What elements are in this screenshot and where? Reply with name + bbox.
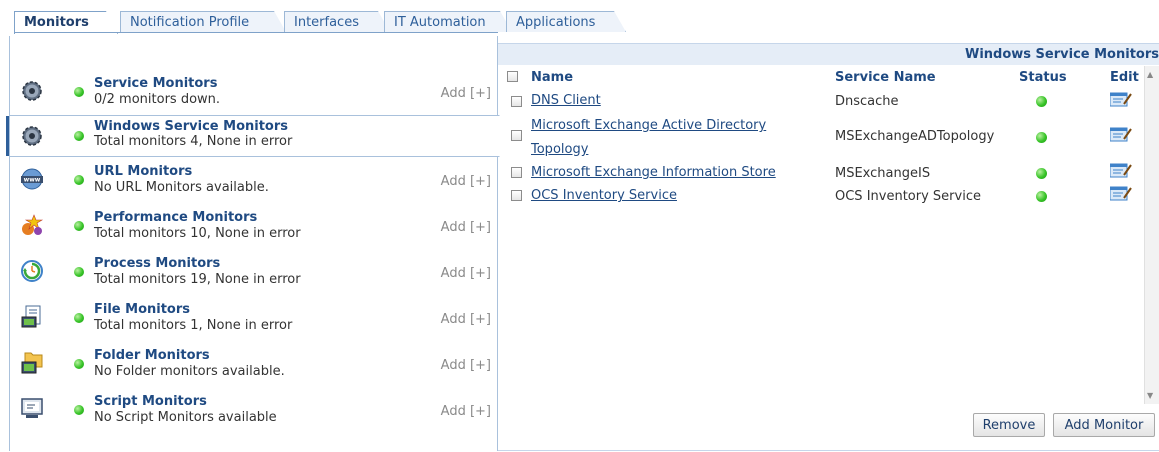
tab-notification-profile[interactable]: Notification Profile [120,11,286,32]
tab-monitors[interactable]: Monitors [14,11,118,34]
column-header-edit: Edit [1110,70,1139,85]
edit-icon[interactable] [1110,162,1132,178]
monitor-summary: Total monitors 19, None in error [94,272,301,287]
tab-interfaces[interactable]: Interfaces [284,11,390,32]
add-url-monitor-link[interactable]: Add [+] [441,174,491,189]
monitor-item-service[interactable]: Service Monitors 0/2 monitors down. Add … [10,69,499,115]
monitor-item-performance[interactable]: Performance Monitors Total monitors 10, … [10,203,499,249]
monitor-summary: Total monitors 4, None in error [94,134,293,149]
status-up-icon [74,175,84,185]
monitor-summary: 0/2 monitors down. [94,92,221,107]
panel-header: Windows Service Monitors [498,44,1159,65]
edit-icon[interactable] [1110,126,1132,142]
column-header-status[interactable]: Status [1019,70,1067,85]
select-all-checkbox[interactable] [507,71,518,82]
script-icon [21,398,43,418]
status-up-icon [74,359,84,369]
row-checkbox[interactable] [511,167,522,178]
status-up-icon [74,87,84,97]
monitor-summary: No Script Monitors available [94,410,277,425]
service-name-link[interactable]: OCS Inventory Service [531,184,677,208]
service-name-link[interactable]: Microsoft Exchange Information Store [531,161,776,185]
add-process-monitor-link[interactable]: Add [+] [441,266,491,281]
tab-bar: Monitors Notification Profile Interfaces… [14,11,634,33]
monitor-summary: Total monitors 1, None in error [94,318,293,333]
svg-text:www: www [24,177,41,184]
monitor-item-windows-service[interactable]: Windows Service Monitors Total monitors … [6,115,500,157]
edit-icon[interactable] [1110,91,1132,107]
status-up-icon [1036,96,1047,107]
add-file-monitor-link[interactable]: Add [+] [441,312,491,327]
monitor-title: Folder Monitors [94,348,210,363]
folder-icon [21,352,43,374]
add-performance-monitor-link[interactable]: Add [+] [441,220,491,235]
selection-indicator [6,116,9,156]
add-script-monitor-link[interactable]: Add [+] [441,404,491,419]
table-scrollbar[interactable]: ▲ ▼ [1144,66,1159,404]
monitor-list: Service Monitors 0/2 monitors down. Add … [6,36,500,451]
status-up-icon [1036,191,1047,202]
add-monitor-button[interactable]: Add Monitor [1053,413,1155,437]
monitor-summary: No URL Monitors available. [94,180,269,195]
monitor-title: Performance Monitors [94,210,258,225]
monitor-item-url[interactable]: www URL Monitors No URL Monitors availab… [10,157,499,203]
monitor-item-script[interactable]: Script Monitors No Script Monitors avail… [10,387,499,433]
status-up-icon [74,405,84,415]
add-service-monitor-link[interactable]: Add [+] [441,86,491,101]
gear-icon [22,81,42,101]
tab-underline [14,32,498,33]
status-up-icon [74,267,84,277]
scroll-down-icon[interactable]: ▼ [1147,391,1153,400]
monitor-item-file[interactable]: File Monitors Total monitors 1, None in … [10,295,499,341]
service-name: OCS Inventory Service [835,189,981,204]
monitor-item-folder[interactable]: Folder Monitors No Folder monitors avail… [10,341,499,387]
monitor-title: Windows Service Monitors [94,119,289,134]
tab-it-automation[interactable]: IT Automation [384,11,512,32]
column-header-name[interactable]: Name [531,70,573,85]
service-name-link[interactable]: DNS Client [531,89,601,113]
process-icon [21,260,43,282]
www-globe-icon: www [21,168,43,190]
service-name-link-continued[interactable]: Topology [531,138,588,162]
scroll-up-icon[interactable]: ▲ [1147,70,1153,79]
service-name: MSExchangeADTopology [835,129,995,144]
service-name: MSExchangeIS [835,166,931,181]
monitor-title: Process Monitors [94,256,221,271]
edit-icon[interactable] [1110,185,1132,201]
monitor-title: Service Monitors [94,76,218,91]
windows-service-monitors-panel: Windows Service Monitors ▲ ▼ Name Servic… [498,43,1159,451]
file-icon [21,305,41,328]
service-name: Dnscache [835,94,899,109]
monitor-title: File Monitors [94,302,191,317]
tab-applications[interactable]: Applications [506,11,626,32]
monitor-title: Script Monitors [94,394,207,409]
row-checkbox[interactable] [511,96,522,107]
monitor-summary: No Folder monitors available. [94,364,285,379]
monitor-summary: Total monitors 10, None in error [94,226,301,241]
performance-icon [22,214,44,235]
monitor-title: URL Monitors [94,164,193,179]
status-up-icon [74,313,84,323]
remove-button[interactable]: Remove [973,413,1045,437]
add-folder-monitor-link[interactable]: Add [+] [441,358,491,373]
service-name-link[interactable]: Microsoft Exchange Active Directory [531,114,766,138]
row-checkbox[interactable] [511,130,522,141]
gear-icon [22,126,42,146]
status-up-icon [74,131,84,141]
monitor-item-process[interactable]: Process Monitors Total monitors 19, None… [10,249,499,295]
panel-title: Windows Service Monitors [964,47,1159,62]
status-up-icon [1036,168,1047,179]
status-up-icon [1036,132,1047,143]
column-header-service-name[interactable]: Service Name [835,70,936,85]
row-checkbox[interactable] [511,190,522,201]
status-up-icon [74,221,84,231]
